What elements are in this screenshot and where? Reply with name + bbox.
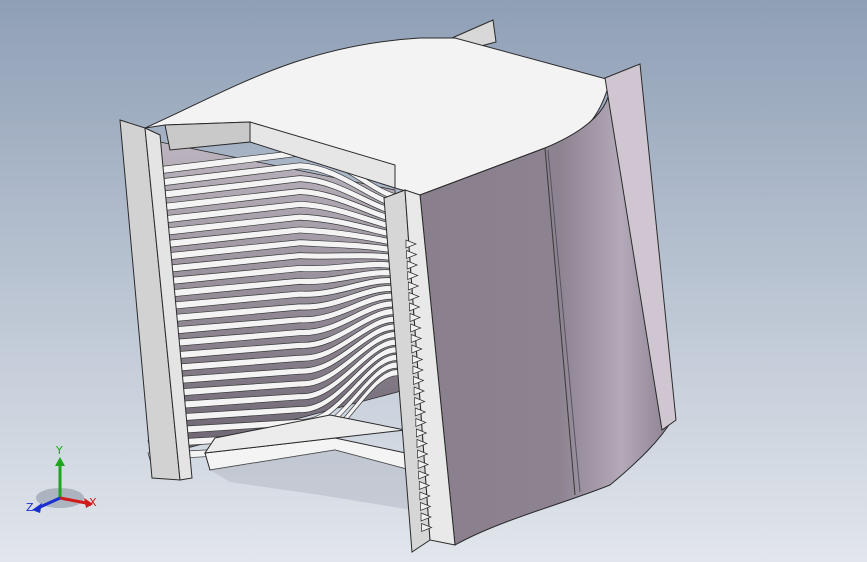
triad-y-arrow: [55, 457, 65, 466]
triad-y-label: Y: [55, 444, 63, 457]
triad-x-label: X: [89, 496, 97, 509]
triad-z-label: Z: [26, 501, 34, 514]
3d-part-model[interactable]: [0, 0, 867, 562]
orientation-triad[interactable]: Y X Z: [22, 440, 112, 530]
top-inner-ledge[interactable]: [164, 121, 251, 151]
graphics-viewport[interactable]: Y X Z: [0, 0, 867, 562]
